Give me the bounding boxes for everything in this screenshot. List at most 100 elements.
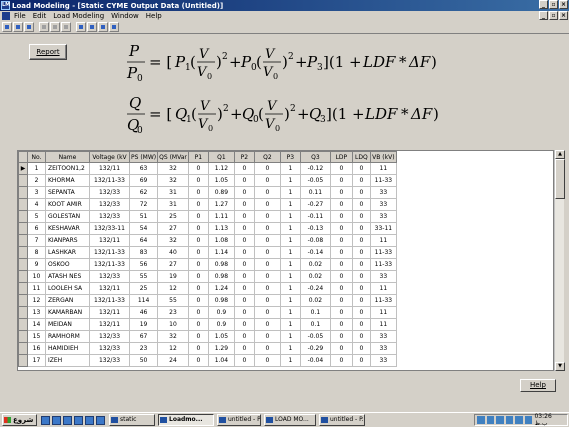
table-cell[interactable]: 11-33: [369, 174, 397, 187]
help-button[interactable]: Help: [520, 379, 556, 392]
table-cell[interactable]: 0: [233, 234, 255, 247]
scroll-up-icon[interactable]: ▲: [555, 150, 565, 159]
table-cell[interactable]: 10: [157, 318, 189, 331]
table-cell[interactable]: -0.04: [299, 354, 331, 367]
table-cell[interactable]: 1.13: [207, 222, 235, 235]
table-cell[interactable]: 132/33: [89, 210, 130, 223]
table-cell[interactable]: 24: [157, 354, 189, 367]
table-cell[interactable]: 0: [187, 198, 209, 211]
table-row[interactable]: 10 ATASH NES 132/33 55 19 0 0.98 0 0 1 0.02 0 0 33: [18, 270, 397, 283]
save-icon[interactable]: [24, 22, 34, 32]
table-cell[interactable]: KOOT AMIR: [45, 198, 90, 211]
table-cell[interactable]: 0.9: [207, 318, 235, 331]
table-cell[interactable]: 0: [233, 198, 255, 211]
table-cell[interactable]: 0: [187, 222, 209, 235]
table-cell[interactable]: 1.11: [207, 210, 235, 223]
quick-launch-icon[interactable]: [52, 415, 61, 425]
grid-view-icon[interactable]: [87, 22, 97, 32]
table-cell[interactable]: 7: [27, 234, 46, 247]
table-cell[interactable]: 0: [233, 306, 255, 319]
quick-launch-icon[interactable]: [96, 415, 105, 425]
table-cell[interactable]: 0: [351, 306, 371, 319]
table-cell[interactable]: 132/33: [89, 354, 130, 367]
row-selector[interactable]: [18, 174, 28, 187]
table-cell[interactable]: KIANPARS: [45, 234, 90, 247]
table-cell[interactable]: 6: [27, 222, 46, 235]
table-cell[interactable]: LOOLEH SA: [45, 282, 90, 295]
row-selector[interactable]: [18, 234, 28, 247]
table-cell[interactable]: 33: [369, 354, 397, 367]
table-cell[interactable]: 0: [351, 354, 371, 367]
table-row[interactable]: 14 MEIDAN 132/11 19 10 0 0.9 0 0 1 0.1 0 0 11: [18, 318, 397, 331]
table-cell[interactable]: 1: [279, 330, 301, 343]
table-cell[interactable]: 19: [128, 318, 159, 331]
table-cell[interactable]: -0.14: [299, 246, 331, 259]
table-cell[interactable]: 0: [187, 318, 209, 331]
table-cell[interactable]: 1.14: [207, 246, 235, 259]
row-selector[interactable]: [18, 294, 28, 307]
table-cell[interactable]: 1: [279, 210, 301, 223]
table-cell[interactable]: 0: [233, 330, 255, 343]
table-row[interactable]: 12 ZERGAN 132/11-33 114 55 0 0.98 0 0 1 0.02 0 0 11-3…: [18, 294, 397, 307]
table-cell[interactable]: 132/33: [89, 186, 130, 199]
table-view-icon[interactable]: [76, 22, 86, 32]
table-cell[interactable]: 0: [351, 210, 371, 223]
menu-help[interactable]: Help: [146, 12, 162, 20]
table-cell[interactable]: 0: [329, 306, 353, 319]
table-cell[interactable]: 11: [369, 282, 397, 295]
table-cell[interactable]: 5: [27, 210, 46, 223]
table-cell[interactable]: 132/11: [89, 162, 130, 175]
table-cell[interactable]: -0.24: [299, 282, 331, 295]
table-cell[interactable]: 1.04: [207, 354, 235, 367]
table-cell[interactable]: 0: [253, 174, 281, 187]
task-load-mo[interactable]: LOAD MO...: [264, 414, 316, 426]
task-loadmodeling[interactable]: Loadmo...: [158, 414, 214, 426]
table-row[interactable]: 8 LASHKAR 132/11-33 83 40 0 1.14 0 0 1 -0.14 0 0 11-3…: [18, 246, 397, 259]
table-cell[interactable]: 0: [253, 222, 281, 235]
table-cell[interactable]: 0: [253, 354, 281, 367]
table-cell[interactable]: 1.24: [207, 282, 235, 295]
tray-icon[interactable]: [496, 416, 504, 424]
table-cell[interactable]: 0: [329, 342, 353, 355]
table-cell[interactable]: 63: [128, 162, 159, 175]
quick-launch-icon[interactable]: [85, 415, 94, 425]
table-cell[interactable]: 1: [279, 222, 301, 235]
tray-icon[interactable]: [477, 416, 485, 424]
task-untitled-2[interactable]: untitled - P...: [319, 414, 365, 426]
document-icon[interactable]: [2, 12, 10, 20]
table-cell[interactable]: 33: [369, 186, 397, 199]
table-cell[interactable]: 19: [157, 270, 189, 283]
table-cell[interactable]: 12: [157, 282, 189, 295]
table-cell[interactable]: -0.13: [299, 222, 331, 235]
table-cell[interactable]: 46: [128, 306, 159, 319]
table-cell[interactable]: 11-33: [369, 258, 397, 271]
table-cell[interactable]: 55: [157, 294, 189, 307]
row-selector[interactable]: [18, 342, 28, 355]
table-cell[interactable]: 11: [369, 318, 397, 331]
table-cell[interactable]: 0: [187, 270, 209, 283]
table-cell[interactable]: 12: [157, 342, 189, 355]
table-cell[interactable]: 40: [157, 246, 189, 259]
table-cell[interactable]: 32: [157, 174, 189, 187]
table-cell[interactable]: 0: [233, 162, 255, 175]
column-header[interactable]: Q3: [299, 151, 331, 163]
data-grid[interactable]: No. Name Voltage (kV PS (MW) QS (MVar P1 Q1 P2 Q…: [17, 150, 554, 371]
table-cell[interactable]: 0: [329, 234, 353, 247]
column-header[interactable]: LDP: [329, 151, 353, 163]
table-cell[interactable]: 33: [369, 342, 397, 355]
table-cell[interactable]: 0.02: [299, 258, 331, 271]
table-cell[interactable]: ZERGAN: [45, 294, 90, 307]
help-pointer-icon[interactable]: [109, 22, 119, 32]
table-cell[interactable]: 3: [27, 186, 46, 199]
column-header[interactable]: LDQ: [351, 151, 371, 163]
table-row[interactable]: 7 KIANPARS 132/11 64 32 0 1.08 0 0 1 -0.08 0 0 11: [18, 234, 397, 247]
scroll-thumb[interactable]: [555, 159, 565, 199]
menu-edit[interactable]: Edit: [33, 12, 47, 20]
table-cell[interactable]: 1.05: [207, 174, 235, 187]
table-cell[interactable]: 72: [128, 198, 159, 211]
table-cell[interactable]: 25: [128, 282, 159, 295]
minimize-button[interactable]: _: [539, 0, 548, 9]
table-cell[interactable]: OSKOO: [45, 258, 90, 271]
table-cell[interactable]: 1: [279, 318, 301, 331]
column-header[interactable]: QS (MVar: [157, 151, 189, 163]
